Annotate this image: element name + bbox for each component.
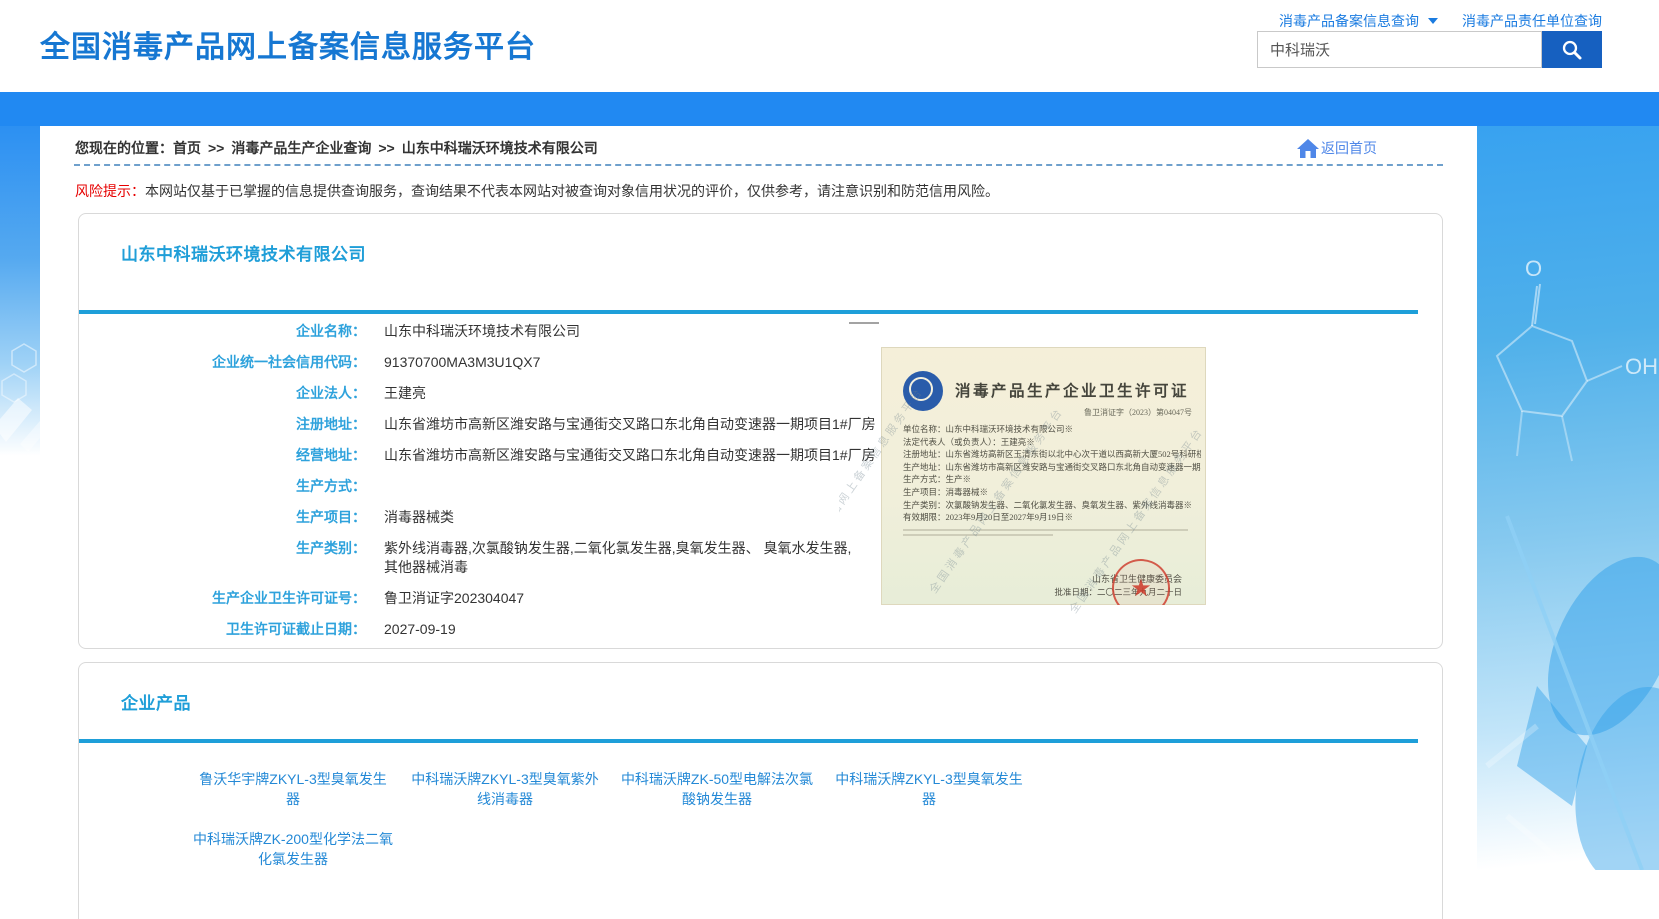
nav-link-record-info-label: 消毒产品备案信息查询 <box>1279 11 1419 31</box>
breadcrumb-separator: >> <box>378 140 394 156</box>
license-certificate-image: 消毒产品生产企业卫生许可证 鲁卫消证字（2023）第04047号 单位名称：山东… <box>881 347 1206 605</box>
product-link[interactable]: 中科瑞沃牌ZK-200型化学法二氧化氯发生器 <box>193 829 393 869</box>
red-seal-icon: ★ <box>1112 559 1170 605</box>
breadcrumb-item-enterprise-query[interactable]: 消毒产品生产企业查询 <box>231 140 371 156</box>
certificate-line: 生产地址：山东省潍坊市高新区潍安路与宝通街交叉路口东北角自动变速器一期项目1#厂… <box>903 461 1201 474</box>
product-link[interactable]: 鲁沃华宇牌ZKYL-3型臭氧发生器 <box>193 769 393 809</box>
risk-notice: 风险提示：本网站仅基于已掌握的信息提供查询服务，查询结果不代表本网站对被查询对象… <box>75 181 1442 201</box>
certificate-line: 生产方式：生产※ <box>903 473 1201 486</box>
breadcrumb-row: 您现在的位置：首页 >> 消毒产品生产企业查询 >> 山东中科瑞沃环境技术有限公司 返回… <box>40 126 1477 164</box>
search-button[interactable] <box>1542 31 1602 68</box>
hexagon-pattern-decoration <box>0 126 40 456</box>
risk-notice-text: 本网站仅基于已掌握的信息提供查询服务，查询结果不代表本网站对被查询对象信用状况的… <box>145 183 999 199</box>
section-divider <box>79 739 1418 743</box>
background-left-decoration <box>0 126 40 456</box>
certificate-line: 有效期限：2023年9月20日至2027年9月19日※ <box>903 511 1201 524</box>
product-link[interactable]: 中科瑞沃牌ZKYL-3型臭氧发生器 <box>829 769 1029 809</box>
breadcrumb-item-home[interactable]: 首页 <box>173 140 201 156</box>
field-row-production-category: 生产类别：紫外线消毒器,次氯酸钠发生器,二氧化氯发生器,臭氧发生器、 臭氧水发生… <box>79 539 1442 577</box>
site-header: 全国消毒产品网上备案信息服务平台 消毒产品备案信息查询 消毒产品责任单位查询 <box>0 0 1659 92</box>
company-products-card: 企业产品 鲁沃华宇牌ZKYL-3型臭氧发生器 中科瑞沃牌ZKYL-3型臭氧紫外线… <box>78 662 1443 919</box>
field-row-registered-address: 注册地址：山东省潍坊市高新区潍安路与宝通街交叉路口东北角自动变速器一期项目1#厂… <box>79 415 1442 434</box>
svg-text:OH: OH <box>1625 354 1658 379</box>
product-link[interactable]: 中科瑞沃牌ZKYL-3型臭氧紫外线消毒器 <box>405 769 605 809</box>
company-fields: 企业名称：山东中科瑞沃环境技术有限公司 企业统一社会信用代码：91370700M… <box>79 322 1442 639</box>
certificate-line: 生产项目：消毒器械※ <box>903 486 1201 499</box>
breadcrumb: 您现在的位置：首页 >> 消毒产品生产企业查询 >> 山东中科瑞沃环境技术有限公司 <box>75 138 1477 158</box>
svg-text:O: O <box>1525 256 1542 281</box>
product-link[interactable]: 中科瑞沃牌ZK-50型电解法次氯酸钠发生器 <box>617 769 817 809</box>
dashed-divider <box>74 164 1443 166</box>
back-home-label: 返回首页 <box>1321 138 1377 158</box>
certificate-fine-print <box>903 534 1053 536</box>
scan-dash-mark <box>849 322 879 324</box>
certificate-body-text: 单位名称：山东中科瑞沃环境技术有限公司※ 法定代表人（或负责人）：王建亮※ 注册… <box>903 423 1201 524</box>
section-divider <box>79 310 1418 314</box>
certificate-number: 鲁卫消证字（2023）第04047号 <box>1084 407 1192 418</box>
certificate-title: 消毒产品生产企业卫生许可证 <box>955 379 1189 401</box>
search-bar <box>1257 31 1602 68</box>
field-row-license-number: 生产企业卫生许可证号：鲁卫消证字202304047 <box>79 589 1442 608</box>
field-row-credit-code: 企业统一社会信用代码：91370700MA3M3U1QX7 <box>79 353 1442 372</box>
search-input[interactable] <box>1257 31 1542 68</box>
site-title: 全国消毒产品网上备案信息服务平台 <box>40 22 536 66</box>
content-panel: 您现在的位置：首页 >> 消毒产品生产企业查询 >> 山东中科瑞沃环境技术有限公司 返回… <box>40 126 1477 919</box>
field-row-legal-person: 企业法人：王建亮 <box>79 384 1442 403</box>
field-row-company-name: 企业名称：山东中科瑞沃环境技术有限公司 <box>79 322 1442 341</box>
breadcrumb-prefix: 您现在的位置： <box>75 140 173 156</box>
company-info-card: 山东中科瑞沃环境技术有限公司 企业名称：山东中科瑞沃环境技术有限公司 企业统一社… <box>78 213 1443 649</box>
page: 全国消毒产品网上备案信息服务平台 消毒产品备案信息查询 消毒产品责任单位查询 <box>0 0 1659 919</box>
search-icon <box>1560 38 1584 62</box>
certificate-line: 注册地址：山东省潍坊高新区玉清东街以北中心次干道以西高新大厦502号科研楼 <box>903 448 1201 461</box>
background-right-decoration: O OH <box>1477 126 1659 870</box>
nav-link-record-info-query[interactable]: 消毒产品备案信息查询 <box>1279 11 1438 31</box>
field-row-production-project: 生产项目：消毒器械类 <box>79 508 1442 527</box>
certificate-line: 单位名称：山东中科瑞沃环境技术有限公司※ <box>903 423 1201 436</box>
field-row-license-expiry: 卫生许可证截止日期：2027-09-19 <box>79 620 1442 639</box>
banner-bar <box>0 92 1659 126</box>
back-home-link[interactable]: 返回首页 <box>1297 138 1377 158</box>
company-card-title: 山东中科瑞沃环境技术有限公司 <box>79 214 1442 265</box>
breadcrumb-separator: >> <box>208 140 224 156</box>
products-grid: 鲁沃华宇牌ZKYL-3型臭氧发生器 中科瑞沃牌ZKYL-3型臭氧紫外线消毒器 中… <box>187 769 1442 869</box>
chemistry-molecule-decoration: O OH <box>1477 126 1659 870</box>
top-nav: 消毒产品备案信息查询 消毒产品责任单位查询 <box>1279 11 1602 31</box>
certificate-line: 生产类别：次氯酸钠发生器、二氧化氯发生器、臭氧发生器、紫外线消毒器※ <box>903 499 1201 512</box>
products-card-title: 企业产品 <box>79 663 1442 714</box>
breadcrumb-item-company: 山东中科瑞沃环境技术有限公司 <box>402 140 598 156</box>
certificate-fine-print <box>903 529 1188 531</box>
field-row-business-address: 经营地址：山东省潍坊市高新区潍安路与宝通街交叉路口东北角自动变速器一期项目1#厂… <box>79 446 1442 465</box>
certificate-line: 法定代表人（或负责人）：王建亮※ <box>903 436 1201 449</box>
nav-link-responsible-unit-query[interactable]: 消毒产品责任单位查询 <box>1462 11 1602 31</box>
field-row-production-method: 生产方式： <box>79 477 1442 496</box>
risk-notice-label: 风险提示： <box>75 183 145 199</box>
certificate-emblem-icon <box>903 371 943 411</box>
chevron-down-icon <box>1428 18 1438 24</box>
home-icon <box>1297 139 1319 158</box>
